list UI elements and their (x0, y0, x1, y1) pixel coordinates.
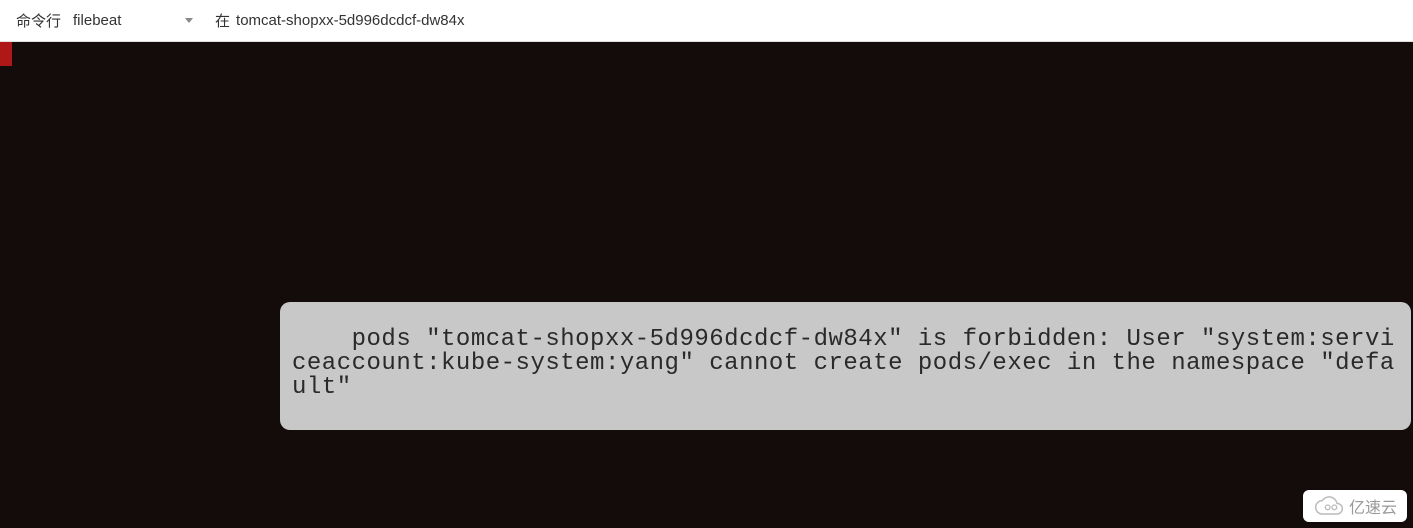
error-message-box: pods "tomcat-shopxx-5d996dcdcf-dw84x" is… (280, 302, 1411, 430)
header-bar: 命令行 filebeat 在 tomcat-shopxx-5d996dcdcf-… (0, 0, 1413, 42)
error-text: pods "tomcat-shopxx-5d996dcdcf-dw84x" is… (292, 326, 1395, 401)
terminal-pane[interactable]: pods "tomcat-shopxx-5d996dcdcf-dw84x" is… (0, 42, 1413, 528)
cloud-icon (1313, 496, 1345, 516)
cursor-indicator (0, 42, 12, 66)
chevron-down-icon (185, 18, 193, 23)
watermark-badge: 亿速云 (1303, 490, 1407, 522)
pod-name: tomcat-shopxx-5d996dcdcf-dw84x (236, 12, 464, 29)
location-label: 在 (215, 10, 230, 31)
dropdown-selected-value: filebeat (73, 12, 121, 29)
cmdline-label: 命令行 (16, 10, 61, 31)
container-dropdown[interactable]: filebeat (73, 12, 193, 29)
watermark-text: 亿速云 (1349, 494, 1397, 518)
